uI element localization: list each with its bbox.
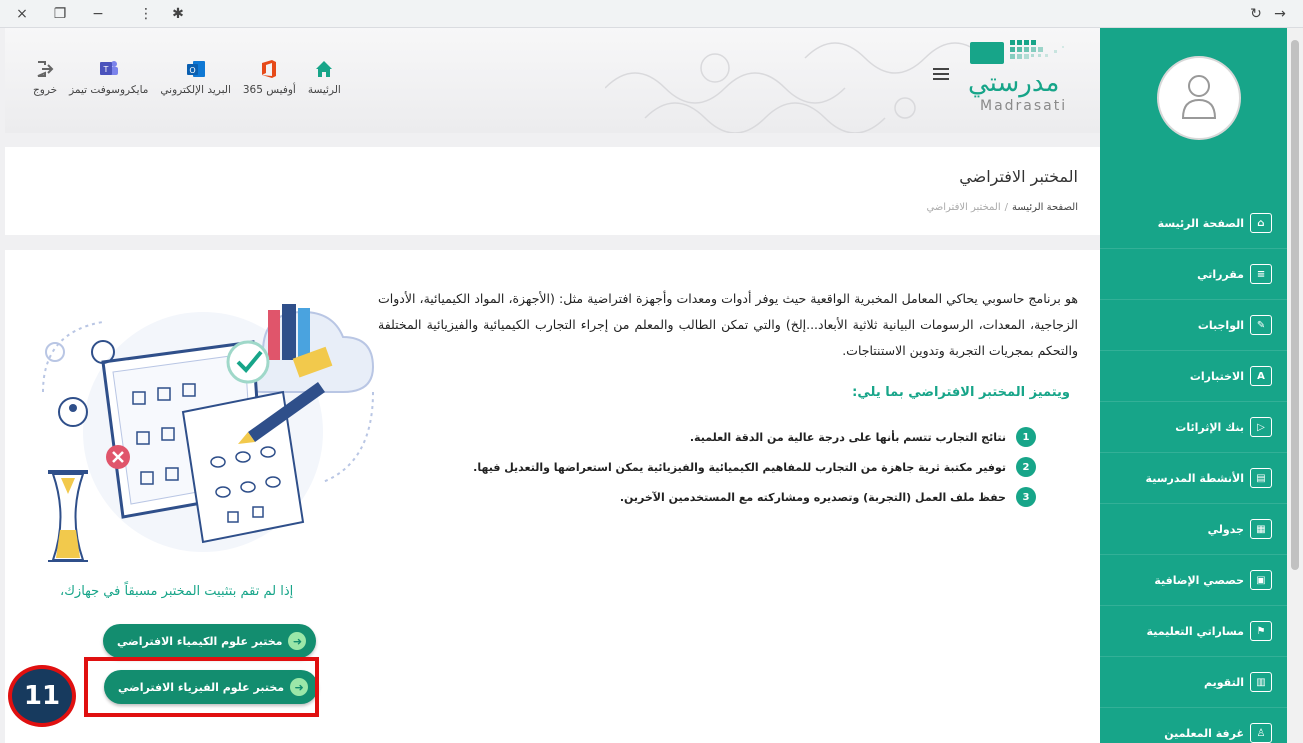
page-title: المختبر الافتراضي [959, 167, 1078, 186]
minimize-icon[interactable]: − [88, 4, 108, 24]
step-number-badge: 11 [8, 665, 76, 727]
notepad-icon: ▤ [1250, 468, 1272, 488]
avatar[interactable] [1157, 56, 1241, 140]
sidebar-item-homework[interactable]: ✎ الواجبات [1100, 300, 1287, 351]
home-outline-icon: ⌂ [1250, 213, 1272, 233]
header-link-label: خروج [33, 84, 58, 96]
extra-classes-icon: ▣ [1250, 570, 1272, 590]
svg-text:O: O [189, 66, 195, 75]
user-icon [1181, 75, 1217, 119]
feature-number: 1 [1016, 427, 1036, 447]
outlook-icon: O [185, 58, 207, 80]
sidebar-item-label: التقويم [1204, 675, 1244, 689]
breadcrumb-current: المختبر الافتراضي [926, 202, 1001, 213]
features-list: 1 نتائج التجارب تتسم بأنها على درجة عالي… [473, 422, 1036, 512]
feature-text: حفظ ملف العمل (التجربة) وتصديره ومشاركته… [619, 490, 1006, 504]
intro-text: هو برنامج حاسوبي يحاكي المعامل المخبرية … [378, 291, 1078, 358]
browser-toolbar: × ❐ − ⋮ ✱ ↻ → [0, 0, 1303, 28]
sidebar-item-exams[interactable]: A الاختبارات [1100, 351, 1287, 402]
sidebar-item-extra-classes[interactable]: ▣ حصصي الإضافية [1100, 555, 1287, 606]
header-link-teams[interactable]: T مايكروسوفت تيمز [69, 58, 148, 96]
refresh-icon[interactable]: ↻ [1246, 4, 1266, 24]
svg-text:T: T [102, 65, 108, 74]
page-header: المختبر الافتراضي الصفحة الرئيسة/المختبر… [5, 147, 1100, 235]
install-note: إذا لم تقم بتثبيت المختبر مسبقاً في جهاز… [60, 584, 294, 599]
sidebar-item-label: الأنشطة المدرسية [1145, 471, 1244, 485]
sidebar-item-label: الواجبات [1197, 318, 1244, 332]
sidebar-item-learning-paths[interactable]: ⚑ مساراتي التعليمية [1100, 606, 1287, 657]
logout-icon [34, 58, 56, 80]
office-icon [258, 58, 280, 80]
page-scrollbar[interactable] [1287, 28, 1303, 743]
home-icon [313, 58, 335, 80]
header-link-label: البريد الإلكتروني [160, 84, 231, 96]
feature-item: 3 حفظ ملف العمل (التجربة) وتصديره ومشارك… [473, 482, 1036, 512]
header-link-label: أوفيس 365 [242, 84, 296, 96]
menu-icon[interactable]: ⋮ [136, 4, 156, 24]
extension-icon[interactable]: ✱ [168, 4, 188, 24]
top-header: الرئيسة أوفيس 365 O البريد الإلكتروني T … [5, 28, 1100, 133]
media-icon: ▷ [1250, 417, 1272, 437]
sidebar-menu: ⌂ الصفحة الرئيسة ≡ مقرراتي ✎ الواجبات A … [1100, 198, 1287, 743]
feature-number: 3 [1016, 487, 1036, 507]
logo-latin-text: Madrasati [980, 98, 1068, 114]
calendar-icon: ▥ [1250, 672, 1272, 692]
chemistry-lab-label: مختبر علوم الكيمياء الافتراضي [117, 634, 283, 648]
sidebar-item-label: بنك الإثرائات [1175, 420, 1244, 434]
header-link-office365[interactable]: أوفيس 365 [243, 58, 296, 96]
sidebar-item-home[interactable]: ⌂ الصفحة الرئيسة [1100, 198, 1287, 249]
feature-item: 2 توفير مكتبة ثرية جاهزة من التجارب للمف… [473, 452, 1036, 482]
sidebar-item-label: حصصي الإضافية [1154, 573, 1244, 587]
header-links: الرئيسة أوفيس 365 O البريد الإلكتروني T … [33, 58, 341, 96]
hamburger-menu-icon[interactable] [933, 68, 949, 80]
teams-icon: T [98, 58, 120, 80]
restore-icon[interactable]: ❐ [50, 4, 70, 24]
edit-icon: ✎ [1250, 315, 1272, 335]
sidebar-item-label: الصفحة الرئيسة [1157, 216, 1244, 230]
sidebar-item-school-activities[interactable]: ▤ الأنشطة المدرسية [1100, 453, 1287, 504]
sidebar-item-enrichment-bank[interactable]: ▷ بنك الإثرائات [1100, 402, 1287, 453]
sidebar-item-calendar[interactable]: ▥ التقويم [1100, 657, 1287, 708]
sidebar: ⌂ الصفحة الرئيسة ≡ مقرراتي ✎ الواجبات A … [1100, 28, 1287, 743]
feature-text: توفير مكتبة ثرية جاهزة من التجارب للمفاه… [473, 460, 1006, 474]
header-link-label: مايكروسوفت تيمز [69, 84, 149, 96]
chemistry-lab-button[interactable]: ➜ مختبر علوم الكيمياء الافتراضي [103, 624, 317, 658]
sidebar-item-label: مساراتي التعليمية [1146, 624, 1244, 638]
breadcrumb: الصفحة الرئيسة/المختبر الافتراضي [926, 202, 1078, 213]
sidebar-item-label: مقرراتي [1197, 267, 1244, 281]
header-link-label: الرئيسة [307, 84, 341, 96]
header-link-email[interactable]: O البريد الإلكتروني [160, 58, 231, 96]
header-link-home[interactable]: الرئيسة [308, 58, 341, 96]
forward-icon[interactable]: → [1270, 4, 1290, 24]
schedule-icon: ▦ [1250, 519, 1272, 539]
sidebar-item-schedule[interactable]: ▦ جدولي [1100, 504, 1287, 555]
logo-text: مدرستي [968, 68, 1060, 98]
sidebar-item-courses[interactable]: ≡ مقرراتي [1100, 249, 1287, 300]
books-icon: ≡ [1250, 264, 1272, 284]
sidebar-item-label: جدولي [1207, 522, 1244, 536]
close-icon[interactable]: × [12, 4, 32, 24]
sidebar-item-label: الاختبارات [1189, 369, 1244, 383]
virtual-lab-illustration [42, 304, 375, 562]
breadcrumb-home[interactable]: الصفحة الرئيسة [1012, 202, 1078, 213]
feature-item: 1 نتائج التجارب تتسم بأنها على درجة عالي… [473, 422, 1036, 452]
arrow-circle-icon: ➜ [288, 632, 307, 650]
madrasati-logo: مدرستي Madrasati [960, 38, 1100, 118]
scrollbar-thumb[interactable] [1291, 40, 1299, 570]
paths-icon: ⚑ [1250, 621, 1272, 641]
sidebar-item-label: غرفة المعلمين [1164, 726, 1244, 740]
feature-text: نتائج التجارب تتسم بأنها على درجة عالية … [689, 430, 1006, 444]
feature-number: 2 [1016, 457, 1036, 477]
features-title: ويتميز المختبر الافتراضي بما يلي: [852, 385, 1070, 400]
sidebar-item-teachers-room[interactable]: ♙ غرفة المعلمين [1100, 708, 1287, 743]
highlight-box [84, 657, 319, 717]
grade-icon: A [1250, 366, 1272, 386]
teachers-room-icon: ♙ [1250, 723, 1272, 743]
breadcrumb-separator: / [1004, 202, 1009, 213]
header-link-logout[interactable]: خروج [33, 58, 57, 96]
